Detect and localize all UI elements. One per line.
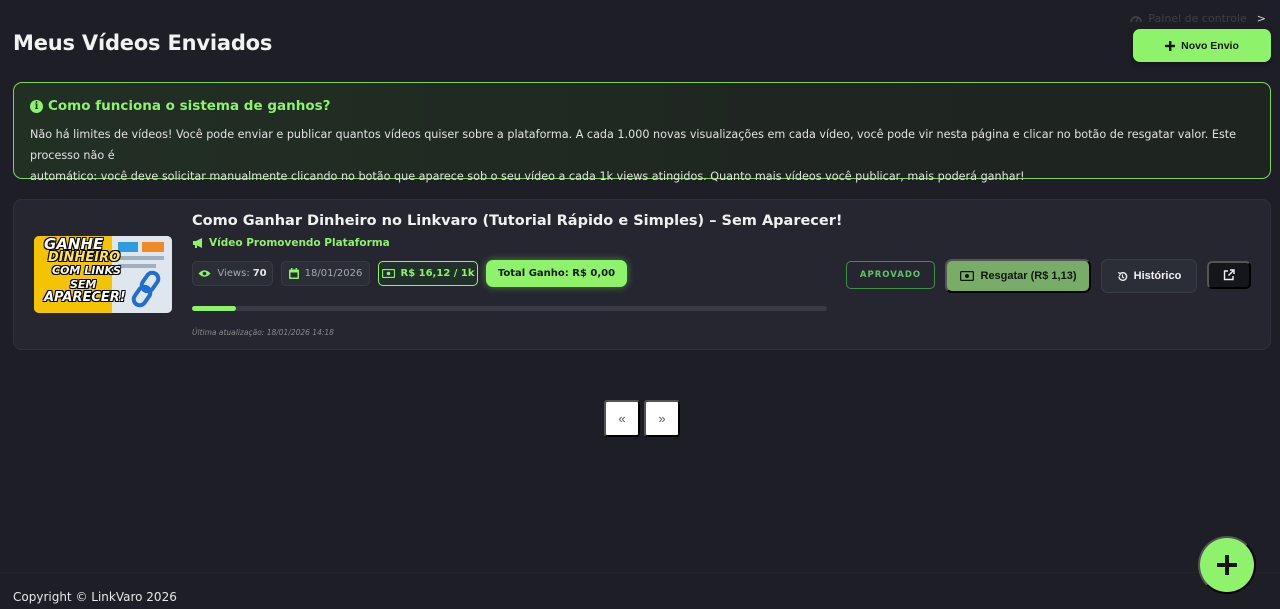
floating-add-button[interactable] <box>1198 536 1256 594</box>
views-value: 70 <box>252 268 267 279</box>
open-external-button[interactable] <box>1207 261 1251 289</box>
status-badge: APROVADO <box>846 261 935 289</box>
chain-link-icon <box>131 270 161 308</box>
info-title-text: Como funciona o sistema de ganhos? <box>48 98 331 114</box>
page-title: Meus Vídeos Enviados <box>13 31 273 55</box>
new-upload-label: Novo Envio <box>1181 39 1239 52</box>
eye-icon <box>198 270 211 277</box>
thumbnail-line-5: APARECER! <box>44 290 126 305</box>
video-category-tag: Vídeo Promovendo Plataforma <box>192 237 390 249</box>
video-card: GANHE DINHEIRO COM LINKS SEM APARECER! C… <box>13 199 1271 350</box>
copyright-text: Copyright © LinkVaro 2026 <box>13 590 177 604</box>
breadcrumb[interactable]: Painel de controle > <box>1130 12 1266 25</box>
thumbnail-line-3: COM LINKS <box>52 264 121 277</box>
views-progress-bar <box>192 306 827 311</box>
dashboard-icon <box>1130 16 1143 23</box>
video-thumbnail[interactable]: GANHE DINHEIRO COM LINKS SEM APARECER! <box>34 236 172 313</box>
breadcrumb-label[interactable]: Painel de controle <box>1148 12 1246 25</box>
info-text-line-1: Não há limites de vídeos! Você pode envi… <box>30 128 1237 162</box>
rate-chip: R$ 16,12 / 1k <box>378 261 478 286</box>
redeem-label: Resgatar (R$ 1,13) <box>980 270 1077 282</box>
thumbnail-line-4: SEM <box>70 278 97 291</box>
total-earned-chip: Total Ganho: R$ 0,00 <box>486 260 627 287</box>
redeem-button[interactable]: Resgatar (R$ 1,13) <box>945 259 1091 293</box>
breadcrumb-separator: > <box>1256 12 1266 25</box>
next-page-button[interactable]: » <box>644 400 680 437</box>
history-icon <box>1117 271 1127 281</box>
video-category-label: Vídeo Promovendo Plataforma <box>209 237 390 249</box>
info-title: i Como funciona o sistema de ganhos? <box>30 98 1254 114</box>
plus-icon <box>1165 40 1176 51</box>
prev-page-button[interactable]: « <box>604 400 640 437</box>
external-link-icon <box>1223 269 1235 281</box>
earnings-info-panel: i Como funciona o sistema de ganhos? Não… <box>13 82 1271 183</box>
megaphone-icon <box>193 238 202 248</box>
calendar-icon <box>288 268 299 279</box>
thumbnail-line-2: DINHEIRO <box>48 250 121 265</box>
date-chip: 18/01/2026 <box>281 261 370 286</box>
rate-value: R$ 16,12 / 1k <box>400 268 475 279</box>
plus-icon <box>1217 555 1237 575</box>
history-label: Histórico <box>1133 270 1182 282</box>
upload-date: 18/01/2026 <box>304 268 363 279</box>
total-earned-value: Total Ganho: R$ 0,00 <box>497 268 616 279</box>
last-updated: Última atualização: 18/01/2026 14:18 <box>192 328 334 337</box>
info-text-line-2: automático: você deve solicitar manualme… <box>30 170 1025 183</box>
info-icon: i <box>30 99 43 113</box>
footer-divider <box>0 572 1280 573</box>
info-text: Não há limites de vídeos! Você pode envi… <box>30 124 1254 187</box>
views-progress-fill <box>192 306 237 311</box>
views-chip: Views: 70 <box>192 261 273 286</box>
video-title[interactable]: Como Ganhar Dinheiro no Linkvaro (Tutori… <box>192 213 843 229</box>
pagination: « » <box>604 400 680 437</box>
money-icon <box>959 271 974 281</box>
history-button[interactable]: Histórico <box>1101 259 1197 293</box>
money-icon <box>381 269 395 278</box>
new-upload-button[interactable]: Novo Envio <box>1133 29 1271 62</box>
views-label: Views: <box>217 268 250 279</box>
